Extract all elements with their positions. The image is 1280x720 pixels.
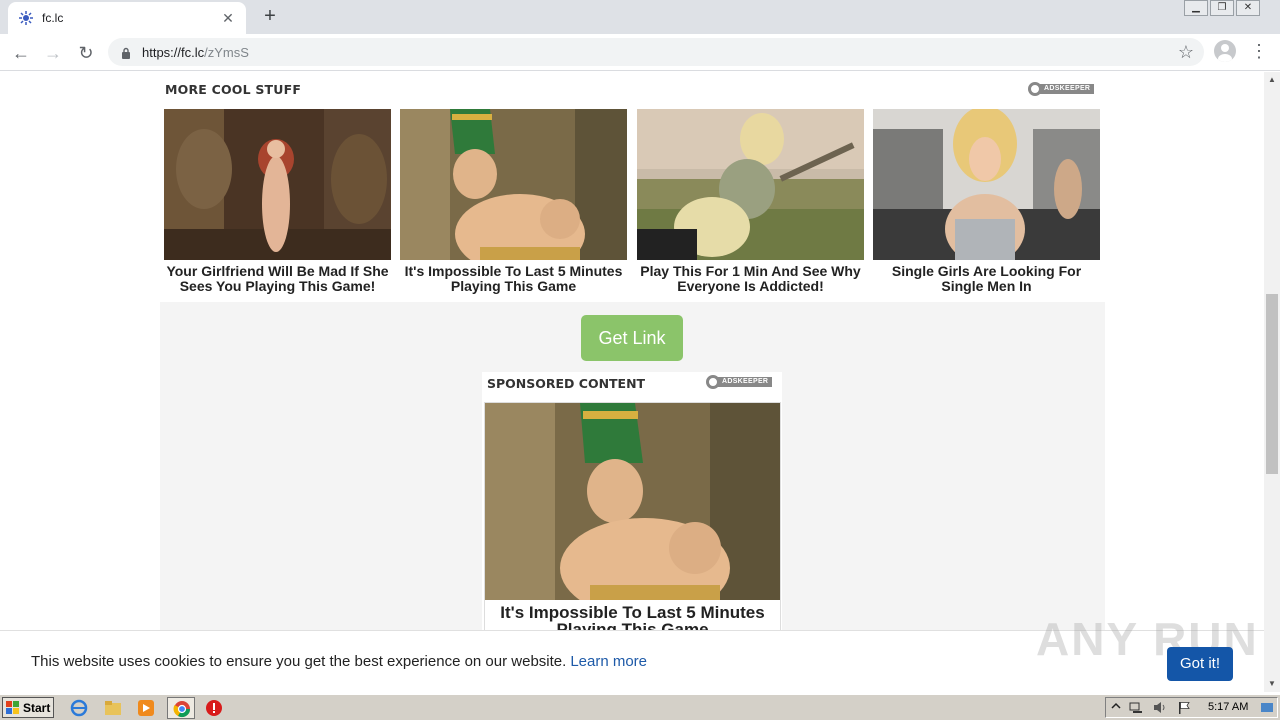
network-icon[interactable] xyxy=(1129,701,1143,714)
adskeeper-label: ADSKEEPER xyxy=(718,377,773,387)
lock-icon xyxy=(120,46,132,59)
adskeeper-logo[interactable]: ADSKEEPER xyxy=(1028,82,1095,96)
close-tab-icon[interactable]: ✕ xyxy=(220,10,236,27)
internet-explorer-icon[interactable] xyxy=(70,699,88,717)
ad-card[interactable]: Your Girlfriend Will Be Mad If She Sees … xyxy=(164,109,391,294)
ads-heading: MORE COOL STUFF xyxy=(165,82,302,97)
ad-thumbnail xyxy=(164,109,391,260)
media-player-icon[interactable] xyxy=(137,699,155,717)
forward-arrow-icon[interactable]: → xyxy=(40,40,66,66)
ad-thumbnail xyxy=(637,109,864,260)
show-desktop-icon[interactable] xyxy=(1260,701,1274,714)
sponsored-heading: SPONSORED CONTENT xyxy=(487,376,646,391)
restore-icon[interactable]: ❐ xyxy=(1210,0,1234,16)
browser-toolbar: ← → ↻ https://fc.lc/zYmsS ☆ xyxy=(0,34,1280,71)
back-arrow-icon[interactable]: ← xyxy=(8,40,34,66)
ad-card[interactable]: Single Girls Are Looking For Single Men … xyxy=(873,109,1100,294)
menu-kebab-icon[interactable]: ⋮ xyxy=(1250,40,1268,64)
cookie-text: This website uses cookies to ensure you … xyxy=(31,653,567,670)
ad-caption: It's Impossible To Last 5 Minutes Playin… xyxy=(404,263,623,294)
close-window-icon[interactable]: ✕ xyxy=(1236,0,1260,16)
adskeeper-label: ADSKEEPER xyxy=(1040,84,1095,94)
url-text: https://fc.lc/zYmsS xyxy=(142,45,1204,60)
tab-title: fc.lc xyxy=(42,11,64,25)
page-scrollbar[interactable]: ▲ ▼ xyxy=(1264,72,1280,692)
windows-taskbar: Start 5:17 AM xyxy=(0,694,1280,720)
window-controls: ▁ ❐ ✕ xyxy=(1182,0,1260,18)
page-viewport: MORE COOL STUFF ADSKEEPER Your Girlfrien… xyxy=(0,72,1264,692)
get-link-button[interactable]: Get Link xyxy=(581,315,683,361)
start-button[interactable]: Start xyxy=(2,697,54,718)
ad-card[interactable]: Play This For 1 Min And See Why Everyone… xyxy=(637,109,864,294)
got-it-button[interactable]: Got it! xyxy=(1167,647,1233,681)
scroll-thumb[interactable] xyxy=(1266,294,1278,474)
ad-caption: Your Girlfriend Will Be Mad If She Sees … xyxy=(166,263,389,294)
security-alert-icon[interactable] xyxy=(205,699,223,717)
address-bar[interactable]: https://fc.lc/zYmsS ☆ xyxy=(108,38,1204,66)
taskbar-clock[interactable]: 5:17 AM xyxy=(1208,701,1248,713)
adskeeper-logo[interactable]: ADSKEEPER xyxy=(706,375,773,389)
minimize-icon[interactable]: ▁ xyxy=(1184,0,1208,16)
new-tab-button[interactable]: + xyxy=(258,5,282,29)
sponsored-ad-card[interactable]: It's Impossible To Last 5 Minutes Playin… xyxy=(484,402,781,635)
profile-avatar-icon[interactable] xyxy=(1214,40,1236,62)
file-explorer-icon[interactable] xyxy=(104,699,122,717)
ad-thumbnail xyxy=(485,403,780,600)
ad-caption: Single Girls Are Looking For Single Men … xyxy=(891,263,1082,294)
reload-icon[interactable]: ↻ xyxy=(73,40,99,66)
windows-logo-icon xyxy=(6,700,20,715)
bookmark-star-icon[interactable]: ☆ xyxy=(1178,42,1194,63)
scroll-up-icon[interactable]: ▲ xyxy=(1264,72,1280,88)
ad-thumbnail xyxy=(873,109,1100,260)
ad-thumbnail xyxy=(400,109,627,260)
start-label: Start xyxy=(23,700,51,715)
site-favicon-icon xyxy=(18,10,34,26)
browser-tab[interactable]: fc.lc ✕ xyxy=(8,2,246,34)
cookie-message: This website uses cookies to ensure you … xyxy=(31,653,647,670)
ad-card[interactable]: It's Impossible To Last 5 Minutes Playin… xyxy=(400,109,627,294)
ad-caption: Play This For 1 Min And See Why Everyone… xyxy=(640,263,861,294)
action-center-flag-icon[interactable] xyxy=(1177,701,1191,714)
chrome-taskbar-icon[interactable] xyxy=(167,697,195,719)
learn-more-link[interactable]: Learn more xyxy=(570,653,647,670)
url-host: https://fc.lc xyxy=(142,44,205,60)
url-path: /zYmsS xyxy=(204,44,249,60)
ad-widget-more-cool-stuff: MORE COOL STUFF ADSKEEPER Your Girlfrien… xyxy=(160,72,1105,302)
scroll-down-icon[interactable]: ▼ xyxy=(1264,676,1280,692)
tray-expand-icon[interactable] xyxy=(1111,701,1125,714)
tab-strip: fc.lc ✕ + ▁ ❐ ✕ xyxy=(0,0,1280,34)
page-content: MORE COOL STUFF ADSKEEPER Your Girlfrien… xyxy=(160,72,1105,692)
volume-icon[interactable] xyxy=(1153,701,1167,714)
